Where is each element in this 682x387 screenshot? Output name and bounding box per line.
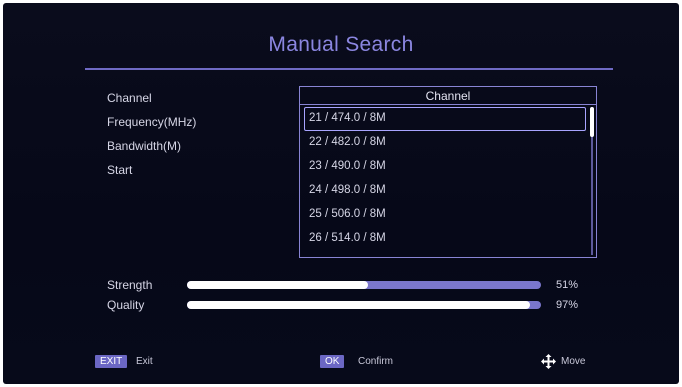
strength-bar-fill (187, 281, 368, 289)
channel-list-item[interactable]: 23 / 490.0 / 8M (304, 155, 586, 179)
start-label[interactable]: Start (107, 163, 132, 177)
channel-list[interactable]: 21 / 474.0 / 8M 22 / 482.0 / 8M 23 / 490… (304, 107, 586, 251)
channel-list-header-divider (300, 104, 596, 105)
move-label: Move (561, 356, 586, 367)
frequency-label[interactable]: Frequency(MHz) (107, 115, 196, 129)
quality-bar (187, 301, 541, 309)
channel-list-item[interactable]: 26 / 514.0 / 8M (304, 227, 586, 251)
title-divider (85, 68, 613, 70)
quality-bar-fill (187, 301, 531, 309)
channel-list-item[interactable]: 21 / 474.0 / 8M (304, 107, 586, 131)
ok-key-label: Confirm (358, 356, 394, 367)
page-title: Manual Search (268, 33, 414, 56)
strength-value: 51% (556, 279, 579, 291)
move-arrows-icon (541, 354, 556, 369)
bandwidth-label[interactable]: Bandwidth(M) (107, 139, 181, 153)
exit-key-label: Exit (136, 356, 153, 367)
channel-list-header: Channel (425, 89, 471, 103)
quality-label: Quality (107, 298, 145, 312)
channel-list-item[interactable]: 24 / 498.0 / 8M (304, 179, 586, 203)
channel-list-item[interactable]: 22 / 482.0 / 8M (304, 131, 586, 155)
strength-bar (187, 281, 541, 289)
tv-screen: Manual Search Channel Frequency(MHz) Ban… (3, 3, 679, 384)
channel-list-scrollbar-thumb[interactable] (590, 107, 594, 137)
channel-list-panel[interactable]: Channel 21 / 474.0 / 8M 22 / 482.0 / 8M … (299, 86, 597, 258)
channel-list-item[interactable]: 25 / 506.0 / 8M (304, 203, 586, 227)
quality-value: 97% (556, 299, 579, 311)
ok-key-badge[interactable]: OK (320, 355, 345, 368)
strength-label: Strength (107, 278, 153, 292)
channel-label[interactable]: Channel (107, 91, 152, 105)
exit-key-badge[interactable]: EXIT (95, 355, 128, 368)
